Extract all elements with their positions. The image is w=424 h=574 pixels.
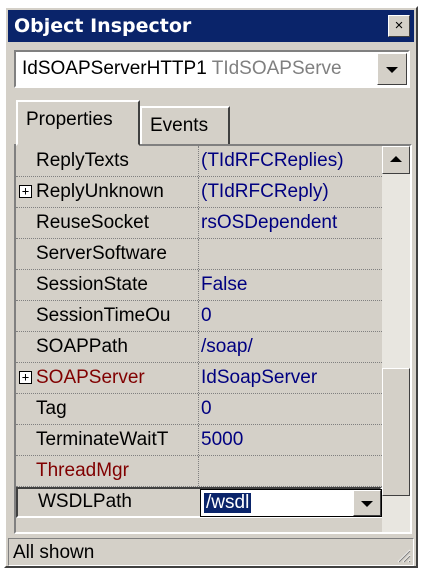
- object-inspector-window: Object Inspector × IdSOAPServerHTTP1 TId…: [4, 6, 418, 568]
- property-value[interactable]: /soap/: [201, 336, 379, 358]
- property-name: WSDLPath: [38, 491, 132, 512]
- column-divider: [198, 425, 199, 455]
- property-name: SOAPServer: [36, 367, 145, 388]
- chevron-up-icon: [390, 156, 402, 162]
- component-type: TIdSOAPServe: [211, 58, 342, 79]
- column-divider: [198, 270, 199, 300]
- property-value[interactable]: 0: [201, 398, 379, 420]
- property-row[interactable]: Tag 0: [16, 394, 382, 425]
- tab-events[interactable]: Events: [140, 106, 230, 146]
- property-grid: ReplyTexts (TIdRFCReplies) + ReplyUnknown (T…: [14, 144, 412, 534]
- property-name: ReuseSocket: [36, 212, 150, 233]
- property-row[interactable]: ReplyTexts (TIdRFCReplies): [16, 146, 382, 177]
- property-name: ServerSoftware: [36, 243, 167, 264]
- component-dropdown-button[interactable]: [377, 53, 407, 85]
- column-divider: [198, 301, 199, 331]
- component-name: IdSOAPServerHTTP1: [22, 58, 207, 79]
- close-icon[interactable]: ×: [388, 15, 410, 37]
- property-value-editor[interactable]: /wsdl: [200, 489, 382, 517]
- property-value[interactable]: False: [201, 274, 379, 296]
- property-name: ThreadMgr: [36, 460, 129, 481]
- property-name: SessionTimeOu: [36, 305, 171, 326]
- property-value-selected-text: /wsdl: [204, 492, 252, 513]
- chevron-down-icon: [386, 67, 398, 73]
- property-value[interactable]: 5000: [201, 429, 379, 451]
- property-value[interactable]: (TIdRFCReply): [201, 181, 379, 203]
- column-divider: [198, 394, 199, 424]
- property-row-selected[interactable]: WSDLPath /wsdl: [16, 487, 382, 518]
- property-row[interactable]: ReuseSocket rsOSDependent: [16, 208, 382, 239]
- property-row[interactable]: + SOAPServer IdSoapServer: [16, 363, 382, 394]
- status-text: All shown: [13, 542, 95, 563]
- property-name: SessionState: [36, 274, 148, 295]
- property-value[interactable]: 0: [201, 305, 379, 327]
- column-divider: [198, 146, 199, 176]
- scroll-up-button[interactable]: [382, 146, 410, 174]
- title-bar[interactable]: Object Inspector ×: [8, 10, 414, 42]
- tab-properties[interactable]: Properties: [16, 100, 140, 146]
- property-name: Tag: [36, 398, 67, 419]
- property-value[interactable]: (TIdRFCReplies): [201, 150, 379, 172]
- property-name: TerminateWaitT: [36, 429, 169, 450]
- property-value[interactable]: IdSoapServer: [201, 367, 379, 389]
- column-divider: [198, 363, 199, 393]
- property-row[interactable]: ThreadMgr: [16, 456, 382, 487]
- chevron-down-icon: [361, 501, 373, 507]
- property-row[interactable]: TerminateWaitT 5000: [16, 425, 382, 456]
- resize-grip-icon[interactable]: [395, 547, 411, 563]
- property-value[interactable]: rsOSDependent: [201, 212, 379, 234]
- column-divider: [198, 332, 199, 362]
- column-divider: [198, 239, 199, 269]
- property-name: SOAPPath: [36, 336, 128, 357]
- status-bar: All shown: [8, 538, 414, 566]
- property-name: ReplyTexts: [36, 150, 129, 171]
- scroll-thumb[interactable]: [382, 368, 410, 496]
- column-divider: [198, 208, 199, 238]
- property-row[interactable]: SOAPPath/soap/: [16, 332, 382, 363]
- property-row[interactable]: SessionTimeOu 0: [16, 301, 382, 332]
- vertical-scrollbar[interactable]: [382, 146, 410, 532]
- plus-box-icon[interactable]: +: [19, 371, 32, 384]
- property-row[interactable]: + ReplyUnknown (TIdRFCReply): [16, 177, 382, 208]
- component-selector[interactable]: IdSOAPServerHTTP1 TIdSOAPServe: [14, 50, 410, 88]
- column-divider: [198, 177, 199, 207]
- plus-box-icon[interactable]: +: [19, 185, 32, 198]
- property-row[interactable]: ServerSoftware: [16, 239, 382, 270]
- property-row[interactable]: SessionState False: [16, 270, 382, 301]
- component-selector-text: IdSOAPServerHTTP1 TIdSOAPServe: [22, 58, 374, 80]
- value-dropdown-button[interactable]: [353, 490, 381, 516]
- property-name: ReplyUnknown: [36, 181, 164, 202]
- window-title: Object Inspector: [14, 15, 192, 37]
- column-divider: [198, 456, 199, 486]
